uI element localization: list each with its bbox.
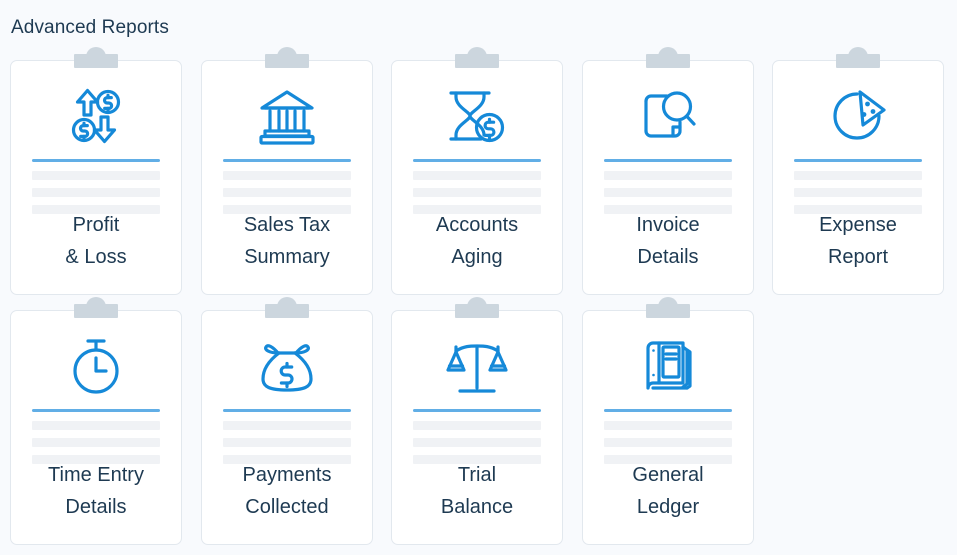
label-line-1: Payments — [242, 464, 332, 486]
card-divider — [413, 159, 541, 162]
label-line-2: Summary — [244, 246, 330, 268]
report-card-label: Time Entry Details — [17, 459, 175, 523]
card-divider — [223, 159, 351, 162]
report-card-label: Trial Balance — [398, 459, 556, 523]
label-line-2: Aging — [451, 246, 503, 268]
placeholder-line — [413, 438, 541, 447]
report-card-label: Payments Collected — [208, 459, 366, 523]
label-line-2: Collected — [245, 496, 329, 518]
card-divider — [32, 409, 160, 412]
placeholder-line — [604, 438, 732, 447]
label-line-2: Report — [827, 246, 889, 268]
report-card-invoice-details[interactable]: Invoice Details — [582, 54, 754, 295]
report-card-label: Invoice Details — [589, 209, 747, 273]
clipboard-clip-icon — [455, 54, 499, 68]
ledger-book-icon — [583, 329, 753, 403]
label-line-1: Time Entry — [48, 464, 144, 486]
report-card-accounts-aging[interactable]: Accounts Aging — [391, 54, 563, 295]
report-card-sales-tax-summary[interactable]: Sales Tax Summary — [201, 54, 373, 295]
clipboard-clip-icon — [265, 304, 309, 318]
placeholder-line — [223, 171, 351, 180]
label-line-1: Expense — [819, 214, 897, 236]
placeholder-line — [32, 171, 160, 180]
placeholder-line — [604, 171, 732, 180]
placeholder-line — [794, 188, 922, 197]
report-card-time-entry-details[interactable]: Time Entry Details — [10, 304, 182, 545]
placeholder-line — [32, 188, 160, 197]
placeholder-line — [223, 188, 351, 197]
report-card-label: General Ledger — [589, 459, 747, 523]
label-line-2: & Loss — [65, 246, 127, 268]
report-card-profit-and-loss[interactable]: Profit & Loss — [10, 54, 182, 295]
balance-scale-icon — [392, 329, 562, 403]
label-line-2: Details — [637, 246, 699, 268]
document-magnifier-icon — [583, 79, 753, 153]
report-card-label: Profit & Loss — [17, 209, 175, 273]
placeholder-line — [794, 171, 922, 180]
card-divider — [604, 409, 732, 412]
placeholder-line — [413, 421, 541, 430]
card-divider — [794, 159, 922, 162]
clipboard-clip-icon — [455, 304, 499, 318]
placeholder-line — [413, 188, 541, 197]
card-divider — [604, 159, 732, 162]
placeholder-line — [32, 438, 160, 447]
card-divider — [32, 159, 160, 162]
card-divider — [223, 409, 351, 412]
clipboard-clip-icon — [74, 304, 118, 318]
clipboard-clip-icon — [646, 304, 690, 318]
label-line-1: Invoice — [636, 214, 700, 236]
report-card-label: Sales Tax Summary — [208, 209, 366, 273]
arrows-up-down-dollar-icon — [11, 79, 181, 153]
label-line-1: Profit — [72, 214, 120, 236]
report-card-expense-report[interactable]: Expense Report — [772, 54, 944, 295]
label-line-1: General — [632, 464, 704, 486]
card-divider — [413, 409, 541, 412]
placeholder-line — [604, 188, 732, 197]
label-line-1: Trial — [457, 464, 497, 486]
stopwatch-icon — [11, 329, 181, 403]
label-line-1: Sales Tax — [243, 214, 331, 236]
clipboard-clip-icon — [836, 54, 880, 68]
report-card-trial-balance[interactable]: Trial Balance — [391, 304, 563, 545]
report-card-label: Accounts Aging — [398, 209, 556, 273]
label-line-2: Ledger — [636, 496, 700, 518]
placeholder-line — [32, 421, 160, 430]
placeholder-line — [223, 421, 351, 430]
clipboard-clip-icon — [646, 54, 690, 68]
label-line-2: Balance — [440, 496, 514, 518]
page-title: Advanced Reports — [11, 17, 169, 38]
report-card-label: Expense Report — [779, 209, 937, 273]
report-card-payments-collected[interactable]: Payments Collected — [201, 304, 373, 545]
pie-chart-slice-icon — [773, 79, 943, 153]
label-line-1: Accounts — [435, 214, 519, 236]
label-line-2: Details — [65, 496, 127, 518]
hourglass-dollar-icon — [392, 79, 562, 153]
money-bag-icon — [202, 329, 372, 403]
placeholder-line — [604, 421, 732, 430]
clipboard-clip-icon — [265, 54, 309, 68]
report-card-general-ledger[interactable]: General Ledger — [582, 304, 754, 545]
clipboard-clip-icon — [74, 54, 118, 68]
placeholder-line — [223, 438, 351, 447]
bank-building-icon — [202, 79, 372, 153]
placeholder-line — [413, 171, 541, 180]
